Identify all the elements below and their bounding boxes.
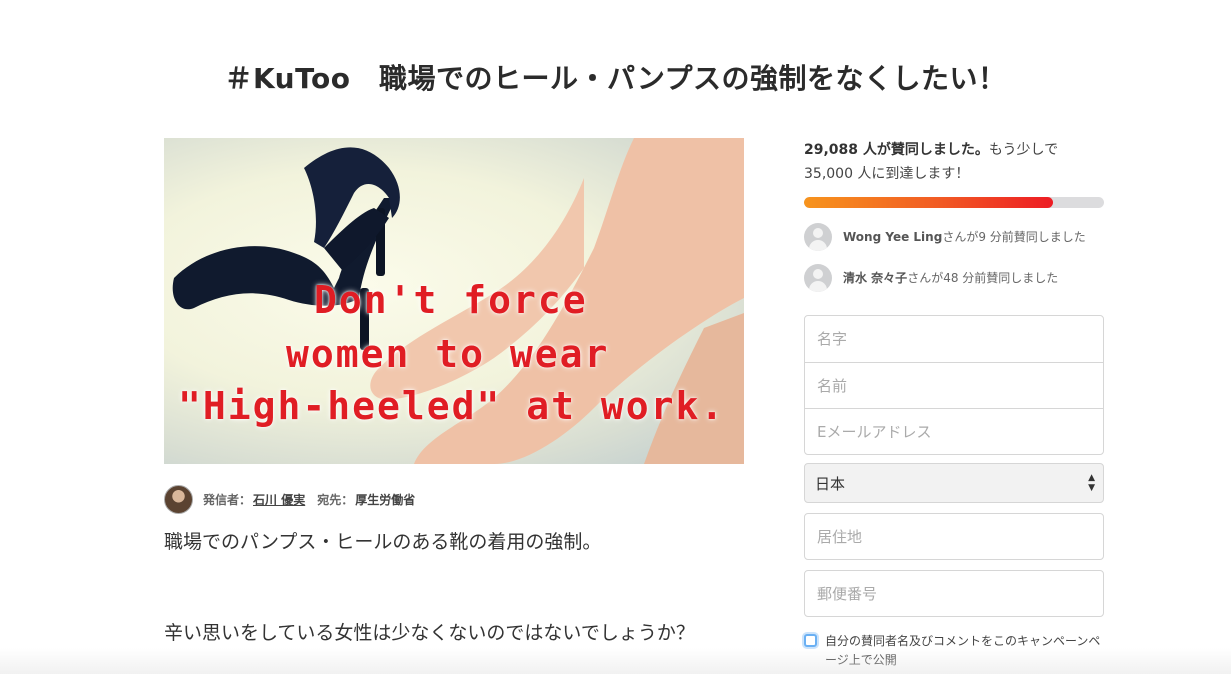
public-signature-checkbox[interactable] [804,634,817,647]
name-email-field-group [804,315,1104,455]
petition-author-row: 発信者： 石川 優実 宛先： 厚生労働省 [164,484,415,514]
signature-progress-fill [804,197,1054,208]
first-name-field[interactable] [805,362,1103,408]
city-field[interactable] [804,513,1104,560]
recipient-label: 宛先： [317,492,354,507]
signature-goal-text: 29,088 人が賛同しました。もう少しで 35,000 人に到達します！ [804,138,1104,186]
country-select-value: 日本 [815,474,846,493]
postal-code-field[interactable] [804,570,1104,617]
overlay-text-line: women to wear [286,332,610,376]
public-signature-label: 自分の賛同者名及びコメントをこのキャンペーンページ上で公開 [825,634,1101,667]
public-signature-option[interactable]: 自分の賛同者名及びコメントをこのキャンペーンページ上で公開 [804,632,1104,670]
body-paragraph: 職場でのパンプス・ヒールのある靴の着用の強制。 [164,531,602,553]
user-avatar-icon [804,222,832,251]
sender-label: 発信者： [203,492,252,507]
last-name-field[interactable] [805,316,1103,362]
email-field[interactable] [805,408,1103,454]
page-title: ＃KuToo 職場でのヒール・パンプスの強制をなくしたい！ [224,61,1007,95]
sign-sidebar: 29,088 人が賛同しました。もう少しで 35,000 人に到達します！ Wo… [804,138,1104,292]
recent-signer: 清水 奈々子 さんが48 分前賛同しました [804,263,1104,292]
recent-signer: Wong Yee Ling さんが9 分前賛同しました [804,222,1104,251]
body-paragraph: 辛い思いをしている女性は少なくないのではないでしょうか？ [164,622,695,644]
user-avatar-icon [804,263,832,292]
signer-name: 清水 奈々子 [843,271,908,285]
select-arrows-icon: ▲ ▼ [1088,473,1095,493]
author-avatar[interactable] [164,484,193,514]
author-meta: 発信者： 石川 優実 宛先： 厚生労働省 [203,491,415,508]
overlay-text-line: "High-heeled" at work. [178,384,726,428]
campaign-hero-image: Don't force women to wear "High-heeled" … [164,138,744,464]
country-select[interactable]: 日本 ▲ ▼ [804,463,1104,503]
signer-action: さんが9 分前賛同しました [942,230,1086,244]
signature-count: 29,088 人が賛同しました。 [804,142,989,158]
signer-name: Wong Yee Ling [843,229,943,244]
sender-name-link[interactable]: 石川 優実 [253,491,305,508]
recipient-name: 厚生労働省 [355,492,416,507]
signer-action: さんが48 分前賛同しました [907,271,1059,285]
goal-text-part: 35,000 人に到達します！ [804,166,970,182]
signature-progress-bar [804,197,1104,208]
overlay-text-line: Don't force [314,278,588,322]
goal-text-part: もう少しで [988,142,1059,158]
